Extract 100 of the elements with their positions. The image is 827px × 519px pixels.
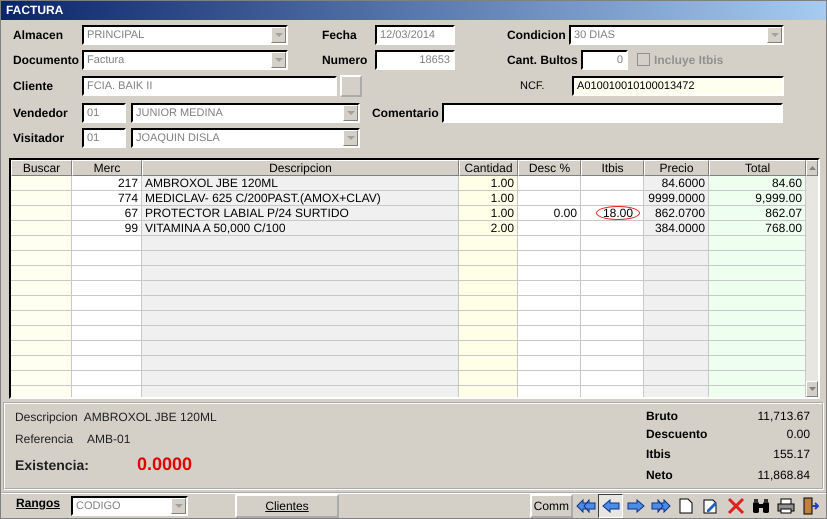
table-cell bbox=[581, 236, 644, 251]
table-cell bbox=[72, 250, 142, 266]
stock-label: Existencia: bbox=[15, 456, 90, 473]
field-label: Cant. Bultos bbox=[507, 52, 579, 66]
table-cell: 862.0700 bbox=[644, 206, 709, 221]
comm-button[interactable]: Comm bbox=[530, 494, 573, 518]
field-label: Almacen bbox=[13, 28, 64, 42]
packages-field[interactable]: 0 bbox=[581, 50, 628, 70]
table-cell bbox=[72, 280, 142, 296]
table-cell bbox=[459, 296, 518, 311]
table-cell: 2.00 bbox=[459, 220, 518, 236]
table-cell: MEDICLAV- 625 C/200PAST.(AMOX+CLAV) bbox=[142, 190, 459, 206]
table-cell bbox=[581, 356, 644, 371]
warehouse-dropdown[interactable]: PRINCIPAL bbox=[82, 24, 288, 44]
table-cell bbox=[11, 356, 72, 371]
table-cell: 862.07 bbox=[709, 206, 806, 221]
table-cell: PROTECTOR LABIAL P/24 SURTIDO bbox=[142, 206, 459, 221]
column-header[interactable]: Itbis bbox=[581, 160, 644, 176]
column-header[interactable]: Descripcion bbox=[142, 160, 459, 176]
right-arrow-icon bbox=[626, 499, 644, 513]
ncf-field[interactable]: A010010010100013472 bbox=[572, 76, 784, 96]
table-cell: 9,999.00 bbox=[709, 190, 806, 206]
table-cell bbox=[581, 310, 644, 326]
scroll-down-button[interactable] bbox=[806, 381, 818, 398]
column-header[interactable]: Precio bbox=[644, 160, 709, 176]
table-cell bbox=[518, 356, 581, 371]
double-left-arrow-icon bbox=[576, 499, 596, 513]
table-cell bbox=[644, 236, 709, 251]
detail-label: Descripcion bbox=[15, 410, 78, 424]
table-cell bbox=[72, 326, 142, 341]
table-cell bbox=[644, 370, 709, 386]
table-cell: VITAMINA A 50,000 C/100 bbox=[142, 220, 459, 236]
visitor-code-field[interactable]: 01 bbox=[82, 128, 126, 148]
comment-field[interactable] bbox=[442, 102, 783, 122]
column-header[interactable]: Buscar bbox=[11, 160, 72, 176]
table-cell bbox=[518, 250, 581, 266]
table-cell: 84.6000 bbox=[644, 176, 709, 191]
table-cell bbox=[11, 206, 72, 221]
table-cell: 9999.0000 bbox=[644, 190, 709, 206]
detail-label: Referencia bbox=[15, 432, 74, 446]
total-value: 155.17 bbox=[773, 446, 810, 461]
scroll-up-button[interactable] bbox=[806, 160, 818, 176]
table-cell bbox=[518, 190, 581, 206]
double-right-arrow-icon bbox=[650, 499, 670, 513]
table-cell bbox=[11, 190, 72, 206]
table-cell bbox=[581, 280, 644, 296]
seller-dropdown[interactable]: JUNIOR MEDINA bbox=[131, 102, 360, 122]
terms-dropdown[interactable]: 30 DIAS bbox=[569, 24, 784, 44]
circled-value: 18.00 bbox=[596, 206, 640, 220]
table-cell bbox=[11, 370, 72, 386]
table-cell bbox=[459, 356, 518, 371]
table-cell bbox=[11, 266, 72, 281]
table-cell bbox=[459, 236, 518, 251]
table-cell bbox=[518, 326, 581, 341]
table-cell bbox=[581, 296, 644, 311]
table-cell bbox=[644, 386, 709, 398]
left-arrow-icon bbox=[602, 499, 620, 513]
stock-value: 0.0000 bbox=[137, 454, 192, 476]
seller-code-field[interactable]: 01 bbox=[82, 102, 126, 122]
table-cell bbox=[11, 280, 72, 296]
field-label: Comentario bbox=[372, 106, 440, 120]
table-cell bbox=[72, 310, 142, 326]
table-cell bbox=[518, 340, 581, 356]
field-label: Numero bbox=[322, 52, 368, 66]
client-field[interactable]: FCIA. BAIK II bbox=[82, 76, 337, 96]
vertical-scrollbar[interactable] bbox=[806, 160, 818, 398]
visitor-dropdown[interactable]: JOAQUIN DISLA bbox=[131, 128, 360, 148]
table-cell: 0.00 bbox=[518, 206, 581, 221]
table-cell: 384.0000 bbox=[644, 220, 709, 236]
table-cell: 217 bbox=[72, 176, 142, 191]
table-cell bbox=[11, 340, 72, 356]
edit-page-icon bbox=[702, 498, 718, 514]
table-cell bbox=[644, 280, 709, 296]
table-cell bbox=[72, 296, 142, 311]
detail-value: AMBROXOL JBE 120ML bbox=[84, 410, 217, 424]
range-dropdown[interactable]: CODIGO bbox=[71, 496, 188, 516]
table-cell bbox=[518, 176, 581, 191]
total-value: 11,713.67 bbox=[758, 409, 810, 424]
table-cell bbox=[581, 176, 644, 191]
document-dropdown[interactable]: Factura bbox=[82, 50, 288, 70]
table-cell bbox=[11, 176, 72, 191]
table-cell bbox=[581, 326, 644, 341]
table-cell bbox=[518, 296, 581, 311]
table-cell bbox=[11, 386, 72, 398]
table-cell bbox=[11, 296, 72, 311]
column-header[interactable]: Desc % bbox=[518, 160, 581, 176]
total-value: 0.00 bbox=[786, 427, 810, 442]
table-cell bbox=[459, 386, 518, 398]
column-header[interactable]: Total bbox=[709, 160, 806, 176]
column-header[interactable]: Cantidad bbox=[459, 160, 518, 176]
table-cell bbox=[518, 370, 581, 386]
left-arrow-button[interactable] bbox=[598, 494, 623, 518]
clients-button[interactable]: Clientes bbox=[235, 494, 339, 518]
number-field[interactable]: 18653 bbox=[375, 50, 455, 70]
column-header[interactable]: Merc bbox=[72, 160, 142, 176]
table-cell bbox=[644, 310, 709, 326]
total-label: Bruto bbox=[646, 409, 678, 424]
date-field[interactable]: 12/03/2014 bbox=[375, 24, 455, 44]
table-cell bbox=[459, 280, 518, 296]
table-cell bbox=[581, 370, 644, 386]
